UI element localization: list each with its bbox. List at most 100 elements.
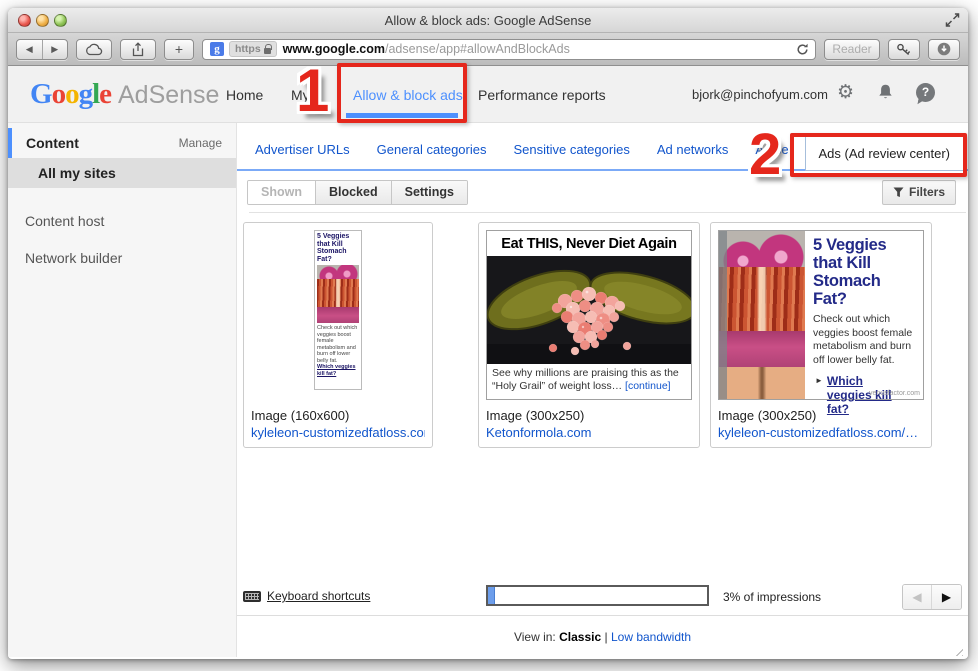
view-low-bandwidth-link[interactable]: Low bandwidth xyxy=(611,630,691,644)
tab-ad-serving[interactable]: Ad se xyxy=(755,142,788,157)
ad-display-url[interactable]: kyleleon-customizedfatloss.com/… xyxy=(251,424,425,441)
impressions-progress-fill xyxy=(488,587,495,604)
keyboard-shortcuts-link[interactable]: Keyboard shortcuts xyxy=(243,589,370,603)
sidebar-item-network-builder[interactable]: Network builder xyxy=(8,250,236,266)
nav-my-ads[interactable]: My a xyxy=(291,87,321,103)
ad-creative-rectangle: 5 Veggies that Kill Stomach Fat? Check o… xyxy=(718,230,924,400)
download-icon xyxy=(936,41,952,57)
notifications-bell-icon[interactable] xyxy=(877,83,894,101)
refresh-icon xyxy=(796,43,809,56)
tab-ad-networks[interactable]: Ad networks xyxy=(657,142,729,157)
url-host: www.google.com xyxy=(283,42,385,56)
ad-headline: 5 Veggies that Kill Stomach Fat? xyxy=(317,233,359,263)
ad-thumbnail[interactable]: Eat THIS, Never Diet Again xyxy=(479,223,699,407)
ad-body: See why millions are praising this as th… xyxy=(487,364,691,393)
back-button[interactable]: ◀ xyxy=(17,40,42,59)
browser-window: Allow & block ads: Google AdSense ◀ ▶ + … xyxy=(8,8,968,659)
next-page-button[interactable]: ▶ xyxy=(932,585,961,609)
manage-link[interactable]: Manage xyxy=(179,136,222,150)
ad-attribution: venusfactor.com xyxy=(869,390,920,397)
share-button[interactable] xyxy=(120,39,156,60)
subtab-bar: Shown Blocked Settings Filters xyxy=(237,179,968,205)
ad-display-url[interactable]: kyleleon-customizedfatloss.com/… xyxy=(718,424,924,441)
nav-home[interactable]: Home xyxy=(226,87,263,103)
address-bar[interactable]: g https www.google.com /adsense/app#allo… xyxy=(202,39,816,60)
sidebar-item-content-host[interactable]: Content host xyxy=(8,213,236,229)
keyboard-icon xyxy=(243,591,261,602)
ad-headline: 5 Veggies that Kill Stomach Fat? xyxy=(813,236,917,308)
adsense-header: G o o g l e AdSense Home My a Allow & bl… xyxy=(8,66,968,123)
nav-performance-reports[interactable]: Performance reports xyxy=(478,87,606,103)
product-name: AdSense xyxy=(118,81,219,110)
filter-icon xyxy=(893,187,904,198)
subtab-shown[interactable]: Shown xyxy=(248,181,315,204)
logo-letter: g xyxy=(79,78,93,111)
ad-link: [continue] xyxy=(625,380,671,392)
ad-format: Image (160x600) xyxy=(251,408,349,423)
arrow-bullet-icon: ► xyxy=(815,376,823,385)
icloud-tabs-button[interactable] xyxy=(76,39,112,60)
pagination-control: ◀ ▶ xyxy=(902,584,962,610)
window-title: Allow & block ads: Google AdSense xyxy=(8,8,968,33)
key-icon xyxy=(896,43,912,56)
ad-format: Image (300x250) xyxy=(718,408,816,423)
new-tab-button[interactable]: + xyxy=(164,39,194,60)
downloads-button[interactable] xyxy=(928,39,960,60)
view-mode-switch: View in: Classic | Low bandwidth xyxy=(237,630,968,644)
browser-toolbar: ◀ ▶ + g https www.google.com /adsense/ap… xyxy=(8,33,968,66)
sidebar-item-all-my-sites[interactable]: All my sites xyxy=(8,158,236,188)
nav-allow-block-ads[interactable]: Allow & block ads xyxy=(353,87,463,103)
ad-link: Which veggies kill fat? xyxy=(317,364,359,378)
ad-thumbnail[interactable]: 5 Veggies that Kill Stomach Fat? Check o… xyxy=(244,223,432,407)
ad-body: Check out which veggies boost female met… xyxy=(317,325,359,364)
active-nav-underline xyxy=(346,113,458,118)
separator: | xyxy=(605,630,608,644)
ad-display-url[interactable]: Ketonformola.com xyxy=(486,424,692,441)
ad-creative-rectangle: Eat THIS, Never Diet Again xyxy=(486,230,692,400)
tab-ads-ad-review-center[interactable]: Ads (Ad review center) xyxy=(805,135,965,171)
filters-button[interactable]: Filters xyxy=(882,180,956,205)
forward-button[interactable]: ▶ xyxy=(42,40,68,59)
tab-sensitive-categories[interactable]: Sensitive categories xyxy=(513,142,629,157)
prev-page-button[interactable]: ◀ xyxy=(903,585,932,609)
fullscreen-icon[interactable] xyxy=(945,13,960,27)
share-icon xyxy=(131,42,145,57)
view-classic: Classic xyxy=(559,630,601,644)
status-bar: Keyboard shortcuts 3% of impressions ◀ ▶ xyxy=(243,583,966,611)
impressions-label: 3% of impressions xyxy=(723,590,821,604)
tab-general-categories[interactable]: General categories xyxy=(377,142,487,157)
google-adsense-logo[interactable]: G o o g l e AdSense xyxy=(30,78,219,111)
ad-format: Image (300x250) xyxy=(486,408,584,423)
ad-review-grid: 5 Veggies that Kill Stomach Fat? Check o… xyxy=(237,213,968,448)
password-extension-button[interactable] xyxy=(888,39,920,60)
logo-letter: e xyxy=(99,78,111,111)
logo-letter: o xyxy=(65,78,79,111)
ad-card: 5 Veggies that Kill Stomach Fat? Check o… xyxy=(710,222,932,448)
view-in-label: View in: xyxy=(514,630,556,644)
ad-image xyxy=(487,256,691,364)
ad-card: 5 Veggies that Kill Stomach Fat? Check o… xyxy=(243,222,433,448)
subtab-settings[interactable]: Settings xyxy=(391,181,467,204)
ad-thumbnail[interactable]: 5 Veggies that Kill Stomach Fat? Check o… xyxy=(711,223,931,407)
subtab-blocked[interactable]: Blocked xyxy=(315,181,391,204)
google-favicon: g xyxy=(210,42,224,56)
sidebar: Content Manage All my sites Content host… xyxy=(8,123,237,657)
help-icon[interactable]: ? xyxy=(916,83,935,102)
sidebar-section-title: Content xyxy=(26,135,79,151)
logo-letter: o xyxy=(52,78,66,111)
refresh-button[interactable] xyxy=(796,43,809,56)
settings-gear-icon[interactable]: ⚙ xyxy=(837,81,854,103)
ad-image xyxy=(719,231,805,399)
divider xyxy=(237,615,968,616)
tab-advertiser-urls[interactable]: Advertiser URLs xyxy=(255,142,350,157)
https-badge: https xyxy=(229,41,277,57)
impressions-progress-bar xyxy=(486,585,709,606)
logo-letter: l xyxy=(92,78,99,111)
ad-image xyxy=(317,265,359,323)
title-bar[interactable]: Allow & block ads: Google AdSense xyxy=(8,8,968,33)
content-area: Advertiser URLs General categories Sensi… xyxy=(237,123,968,657)
account-email[interactable]: bjork@pinchofyum.com xyxy=(692,87,828,102)
tab-bar: Advertiser URLs General categories Sensi… xyxy=(237,123,968,171)
ad-headline: Eat THIS, Never Diet Again xyxy=(487,231,691,256)
reader-button[interactable]: Reader xyxy=(824,39,880,60)
